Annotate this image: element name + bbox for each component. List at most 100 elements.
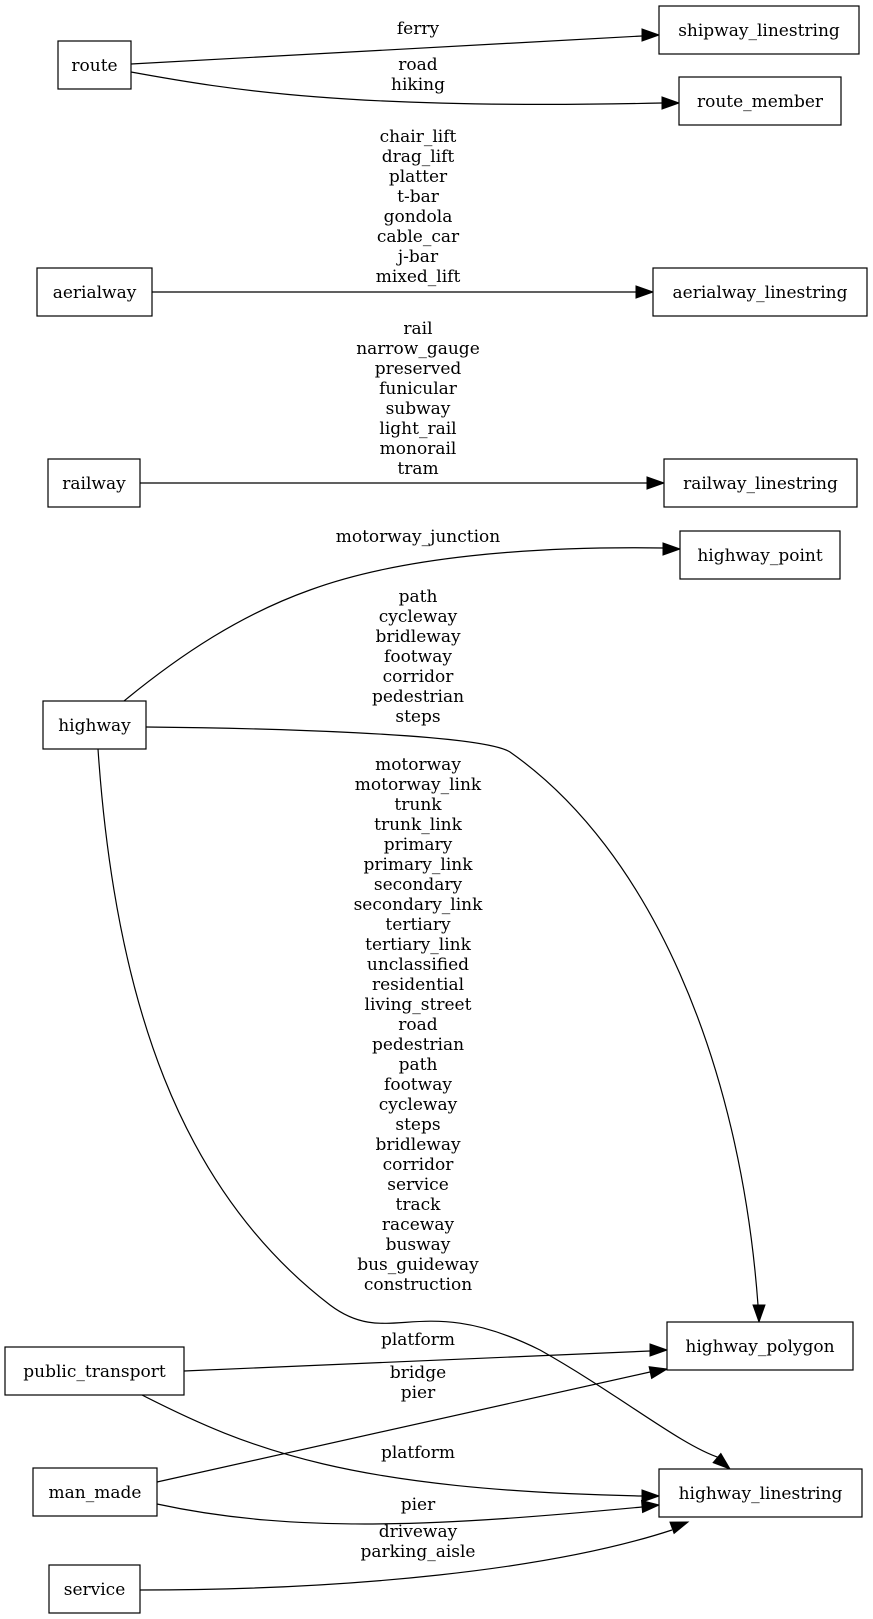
arrowhead-icon — [646, 476, 666, 490]
node-route: route — [57, 40, 132, 90]
edge-label-line: chair_lift — [380, 127, 457, 147]
edge-label-line: j-bar — [396, 247, 439, 267]
edge-aerialway-to-aerialway_linestring — [152, 285, 655, 299]
edge-label-line: narrow_gauge — [356, 339, 480, 359]
arrowhead-icon — [641, 1489, 661, 1503]
edge-label-line: unclassified — [367, 955, 469, 975]
arrowhead-icon — [752, 1304, 766, 1324]
edge-label-line: tertiary — [385, 915, 451, 935]
edge-label-line: bridleway — [375, 627, 461, 647]
edge-label-line: driveway — [379, 1522, 458, 1542]
edge-label-line: secondary — [374, 875, 463, 895]
edge-line — [156, 1503, 643, 1525]
node-aerialway: aerialway — [36, 267, 153, 317]
edge-label-line: parking_aisle — [360, 1542, 475, 1562]
node-label: aerialway — [53, 283, 137, 303]
edge-label-man_made-to-highway_linestring: pier — [401, 1495, 436, 1515]
edge-label-line: monorail — [380, 439, 457, 459]
edge-label-line: road — [398, 55, 437, 75]
edge-label-line: cycleway — [379, 607, 458, 627]
edge-label-line: trunk_link — [374, 815, 462, 835]
node-railway: railway — [47, 458, 141, 508]
edge-label-service-to-highway_linestring: drivewayparking_aisle — [360, 1522, 475, 1562]
edge-label-line: preserved — [375, 359, 462, 379]
edge-label-line: pedestrian — [372, 687, 464, 707]
edge-label-railway-to-railway_linestring: railnarrow_gaugepreservedfunicularsubway… — [356, 319, 480, 479]
node-label: man_made — [49, 1483, 142, 1503]
node-label: railway — [62, 474, 126, 494]
edge-label-line: pedestrian — [372, 1035, 464, 1055]
node-service: service — [48, 1564, 141, 1614]
node-label: highway_linestring — [679, 1484, 843, 1504]
edge-label-public_transport-to-highway_linestring: platform — [381, 1443, 455, 1463]
edge-label-line: steps — [395, 707, 440, 727]
node-label: route_member — [697, 92, 824, 112]
node-label: highway — [58, 716, 131, 736]
edge-label-line: steps — [395, 1115, 440, 1135]
edge-label-line: tertiary_link — [365, 935, 471, 955]
edge-label-line: path — [399, 587, 438, 607]
node-label: highway_point — [697, 546, 823, 566]
node-label: service — [64, 1580, 126, 1600]
edge-line — [130, 35, 643, 65]
edge-label-line: hiking — [391, 75, 445, 95]
edge-label-man_made-to-highway_polygon: bridgepier — [390, 1363, 446, 1403]
edge-label-line: raceway — [382, 1215, 455, 1235]
edge-label-route-to-shipway_linestring: ferry — [397, 19, 440, 39]
edge-label-line: motorway_junction — [336, 527, 501, 547]
edge-label-line: footway — [384, 647, 452, 667]
edge-label-line: road — [398, 1015, 437, 1035]
node-man-made: man_made — [32, 1467, 158, 1517]
edge-label-line: path — [399, 1055, 438, 1075]
edge-label-line: corridor — [383, 667, 455, 687]
node-highway-point: highway_point — [679, 530, 841, 580]
edge-label-highway-to-highway_polygon: pathcyclewaybridlewayfootwaycorridorpede… — [372, 587, 464, 727]
edge-label-line: funicular — [379, 379, 458, 399]
edge-label-line: busway — [386, 1235, 451, 1255]
edge-label-line: corridor — [383, 1155, 455, 1175]
edge-label-public_transport-to-highway_polygon: platform — [381, 1330, 455, 1350]
arrowhead-icon — [635, 285, 655, 299]
edge-label-line: motorway — [375, 755, 461, 775]
node-label: shipway_linestring — [678, 21, 840, 41]
node-label: highway_polygon — [685, 1337, 834, 1357]
arrowhead-icon — [648, 1366, 669, 1380]
edge-label-line: cable_car — [377, 227, 460, 247]
edge-label-route-to-route_member: roadhiking — [391, 55, 445, 95]
edge-label-line: trunk — [394, 795, 442, 815]
edge-label-line: pier — [401, 1495, 436, 1515]
graph-canvas: ferryroadhikingchair_liftdrag_liftplatte… — [4, 5, 868, 1614]
arrowhead-icon — [649, 1343, 669, 1357]
edge-label-line: cycleway — [379, 1095, 458, 1115]
edge-label-line: subway — [386, 399, 451, 419]
node-route-member: route_member — [678, 76, 842, 126]
edge-label-line: bus_guideway — [357, 1255, 479, 1275]
arrowhead-icon — [669, 1521, 690, 1535]
edge-label-line: bridleway — [375, 1135, 461, 1155]
edge-label-line: secondary_link — [354, 895, 484, 915]
node-highway: highway — [42, 700, 147, 750]
arrowhead-icon — [661, 96, 681, 110]
node-aerialway-linestring: aerialway_linestring — [652, 267, 868, 317]
node-label: aerialway_linestring — [673, 283, 848, 303]
edge-label-line: platter — [389, 167, 448, 187]
arrowhead-icon — [640, 1499, 661, 1514]
edge-label-line: light_rail — [379, 419, 456, 439]
edge-label-line: motorway_link — [355, 775, 482, 795]
node-shipway-linestring: shipway_linestring — [658, 5, 860, 55]
node-public-transport: public_transport — [4, 1346, 185, 1396]
edge-route-to-shipway_linestring — [130, 28, 661, 65]
edge-label-line: tram — [397, 459, 438, 479]
edge-label-line: rail — [403, 319, 432, 339]
edge-label-line: mixed_lift — [376, 267, 461, 287]
edge-label-highway-to-highway_point: motorway_junction — [336, 527, 501, 547]
arrowhead-icon — [641, 28, 661, 42]
edge-label-line: platform — [381, 1443, 455, 1463]
edge-label-line: ferry — [397, 19, 440, 39]
node-label: railway_linestring — [683, 474, 838, 494]
edge-label-line: residential — [372, 975, 464, 995]
edge-label-aerialway-to-aerialway_linestring: chair_liftdrag_liftplattert-bargondolaca… — [376, 127, 461, 287]
node-label: public_transport — [23, 1362, 166, 1382]
edge-label-line: construction — [364, 1275, 472, 1295]
edge-label-line: primary_link — [363, 855, 473, 875]
